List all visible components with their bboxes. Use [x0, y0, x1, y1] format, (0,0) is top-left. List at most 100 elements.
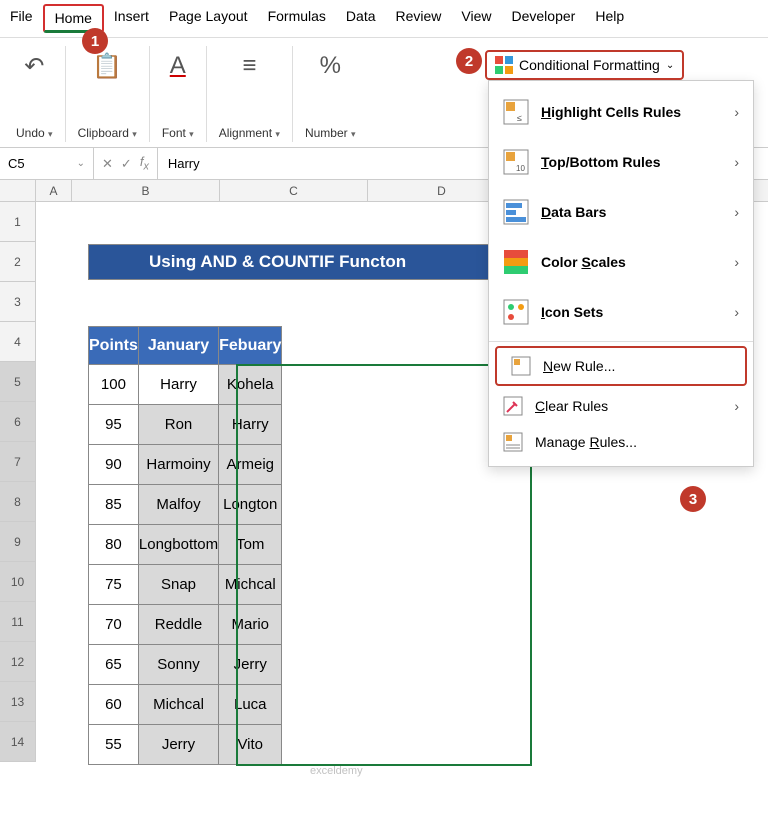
cell[interactable]: Ron [138, 405, 218, 445]
cell[interactable]: 90 [89, 445, 139, 485]
col-header-a[interactable]: A [36, 180, 72, 201]
row-header[interactable]: 3 [0, 282, 36, 322]
menu-file[interactable]: File [0, 4, 43, 33]
cell[interactable]: 95 [89, 405, 139, 445]
cell[interactable]: 85 [89, 485, 139, 525]
cell[interactable]: 75 [89, 565, 139, 605]
ribbon-font-group[interactable]: A Font ▾ [150, 46, 207, 142]
cf-clear-rules[interactable]: Clear Rules › [489, 388, 753, 424]
manage-rules-icon [503, 432, 523, 452]
cell[interactable]: Vito [219, 725, 282, 765]
cf-manage-rules[interactable]: Manage Rules... [489, 424, 753, 460]
col-header-c[interactable]: C [220, 180, 368, 201]
menubar: File Home Insert Page Layout Formulas Da… [0, 0, 768, 38]
cf-icon-sets[interactable]: Icon Sets › [489, 287, 753, 337]
cell[interactable]: Snap [138, 565, 218, 605]
ribbon-undo-label: Undo ▾ [16, 124, 53, 142]
chevron-right-icon: › [734, 104, 739, 120]
cf-data-bars[interactable]: Data Bars › [489, 187, 753, 237]
header-january[interactable]: January [138, 327, 218, 365]
row-header[interactable]: 11 [0, 602, 36, 642]
cf-highlight-cells-rules[interactable]: ≤Highlight Cells Rules › [489, 87, 753, 137]
menu-data[interactable]: Data [336, 4, 386, 33]
row-header[interactable]: 2 [0, 242, 36, 282]
cf-top-bottom-rules[interactable]: 10Top/Bottom Rules › [489, 137, 753, 187]
ribbon-alignment-group[interactable]: ≡ Alignment ▾ [207, 46, 293, 142]
row-header[interactable]: 9 [0, 522, 36, 562]
highlight-cells-icon: ≤ [503, 99, 529, 125]
menu-view[interactable]: View [451, 4, 501, 33]
col-header-b[interactable]: B [72, 180, 220, 201]
fx-icon[interactable]: fx [140, 154, 149, 173]
cell[interactable]: Malfoy [138, 485, 218, 525]
callout-2: 2 [456, 48, 482, 74]
alignment-icon: ≡ [242, 46, 256, 86]
row-header[interactable]: 8 [0, 482, 36, 522]
row-header[interactable]: 5 [0, 362, 36, 402]
select-all-corner[interactable] [0, 180, 36, 201]
chevron-down-icon: ⌄ [666, 60, 674, 71]
enter-icon[interactable]: ✓ [121, 156, 132, 172]
cell[interactable]: 55 [89, 725, 139, 765]
conditional-formatting-button[interactable]: Conditional Formatting ⌄ [485, 50, 684, 80]
cell[interactable]: 80 [89, 525, 139, 565]
cell[interactable]: Harry [219, 405, 282, 445]
cell[interactable]: Mario [219, 605, 282, 645]
cell[interactable]: Kohela [219, 365, 282, 405]
callout-3: 3 [680, 486, 706, 512]
cell[interactable]: Harry [138, 365, 218, 405]
cell[interactable]: Luca [219, 685, 282, 725]
cf-new-rule[interactable]: New Rule... [497, 348, 745, 384]
ribbon-clipboard-group[interactable]: 📋 Clipboard ▾ [66, 46, 150, 142]
chevron-right-icon: › [734, 204, 739, 220]
cell[interactable]: Reddle [138, 605, 218, 645]
cell[interactable]: 100 [89, 365, 139, 405]
row-header[interactable]: 13 [0, 682, 36, 722]
menu-separator [489, 341, 753, 342]
cf-grid-icon [495, 56, 513, 74]
row-header[interactable]: 14 [0, 722, 36, 762]
chevron-right-icon: › [734, 254, 739, 270]
ribbon-undo-group[interactable]: ↶ Undo ▾ [4, 46, 66, 142]
row-header[interactable]: 4 [0, 322, 36, 362]
menu-review[interactable]: Review [386, 4, 452, 33]
cancel-icon[interactable]: ✕ [102, 156, 113, 172]
menu-formulas[interactable]: Formulas [258, 4, 336, 33]
icon-sets-icon [503, 299, 529, 325]
font-icon: A [170, 46, 186, 86]
row-header[interactable]: 12 [0, 642, 36, 682]
watermark: exceldemy [310, 765, 363, 777]
menu-developer[interactable]: Developer [502, 4, 586, 33]
svg-text:≤: ≤ [517, 113, 522, 123]
cell[interactable]: 70 [89, 605, 139, 645]
name-box[interactable]: C5⌄ [0, 148, 94, 179]
cell[interactable]: Jerry [219, 645, 282, 685]
cell[interactable]: Michcal [138, 685, 218, 725]
cell[interactable]: Michcal [219, 565, 282, 605]
header-february[interactable]: Febuary [219, 327, 282, 365]
cell[interactable]: 65 [89, 645, 139, 685]
cell[interactable]: Longbottom [138, 525, 218, 565]
cell[interactable]: 60 [89, 685, 139, 725]
cell[interactable]: Armeig [219, 445, 282, 485]
row-header[interactable]: 7 [0, 442, 36, 482]
cell[interactable]: Longton [219, 485, 282, 525]
cf-color-scales[interactable]: Color Scales › [489, 237, 753, 287]
menu-page-layout[interactable]: Page Layout [159, 4, 258, 33]
menu-help[interactable]: Help [585, 4, 634, 33]
menu-insert[interactable]: Insert [104, 4, 159, 33]
cell[interactable]: Tom [219, 525, 282, 565]
row-header[interactable]: 6 [0, 402, 36, 442]
cell[interactable]: Sonny [138, 645, 218, 685]
cell[interactable]: Jerry [138, 725, 218, 765]
formula-bar-icons: ✕ ✓ fx [94, 148, 158, 179]
ribbon-clipboard-label: Clipboard ▾ [78, 124, 137, 142]
row-header[interactable]: 10 [0, 562, 36, 602]
cell[interactable]: Harmoiny [138, 445, 218, 485]
row-header[interactable]: 1 [0, 202, 36, 242]
color-scales-icon [503, 249, 529, 275]
title-banner: Using AND & COUNTIF Functon [88, 244, 528, 280]
header-points[interactable]: Points [89, 327, 139, 365]
ribbon-number-group[interactable]: % Number ▾ [293, 46, 368, 142]
ribbon-number-label: Number ▾ [305, 124, 356, 142]
